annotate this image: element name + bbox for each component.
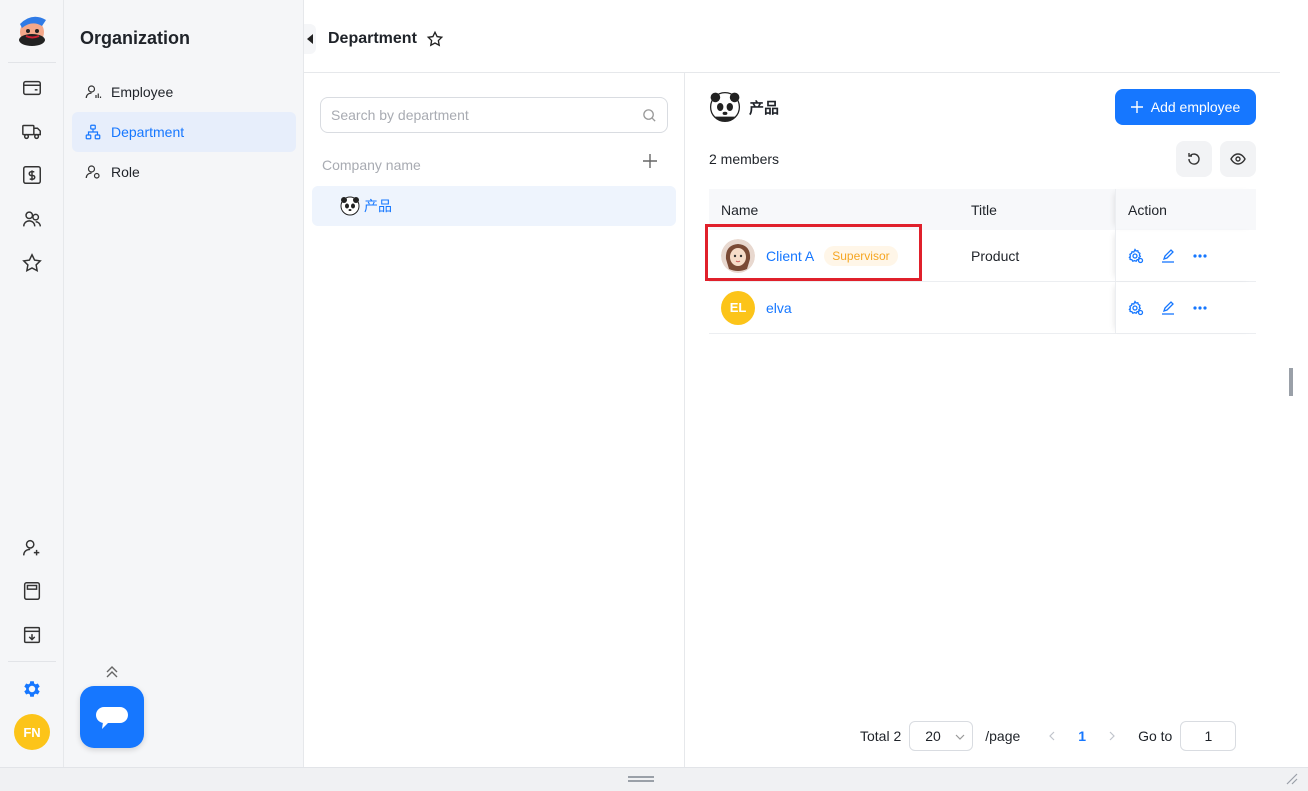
- panel-resize-handle[interactable]: [1289, 368, 1293, 396]
- more-icon[interactable]: [1192, 300, 1208, 316]
- chevron-down-icon: [955, 734, 965, 740]
- page-title: Department: [328, 30, 417, 47]
- column-header-name: Name: [721, 201, 759, 218]
- row-actions: [1115, 282, 1256, 333]
- members-panel: 产品 Add employee 2 members Name Title Act…: [685, 73, 1280, 767]
- page-number-current[interactable]: 1: [1078, 728, 1086, 744]
- import-icon[interactable]: [20, 623, 44, 647]
- company-name-label: Company name: [322, 157, 421, 173]
- caret-left-icon: [307, 34, 313, 44]
- member-name-link[interactable]: elva: [766, 300, 792, 316]
- truck-icon[interactable]: [20, 119, 44, 143]
- goto-label: Go to: [1138, 728, 1173, 744]
- refresh-icon: [1188, 153, 1200, 165]
- rail-divider: [8, 62, 56, 63]
- app-logo[interactable]: [12, 10, 52, 50]
- page-size-value: 20: [925, 728, 941, 744]
- wallet-icon[interactable]: [20, 76, 44, 100]
- column-header-action: Action: [1115, 189, 1256, 230]
- department-title: 产品: [749, 99, 780, 117]
- visibility-button[interactable]: [1220, 141, 1256, 177]
- sidebar-title: Organization: [80, 28, 191, 48]
- sidebar-item-employee[interactable]: Employee: [72, 72, 296, 112]
- rail-divider: [8, 661, 56, 662]
- table-row[interactable]: EL elva: [709, 282, 1256, 334]
- refresh-button[interactable]: [1176, 141, 1212, 177]
- search-icon: [643, 109, 656, 122]
- more-icon[interactable]: [1192, 248, 1208, 264]
- plus-icon: [1130, 101, 1143, 113]
- chat-icon: [96, 707, 128, 729]
- per-page-label: /page: [985, 728, 1021, 744]
- bottom-resize-bar: [0, 767, 1308, 791]
- edit-icon[interactable]: [1160, 300, 1176, 316]
- collapse-sidebar-button[interactable]: [304, 24, 316, 54]
- goto-page-input[interactable]: 1: [1180, 721, 1237, 751]
- role-icon: [85, 165, 100, 179]
- permission-settings-icon[interactable]: [1128, 247, 1144, 264]
- resize-corner-icon[interactable]: [1284, 771, 1298, 785]
- calculator-icon[interactable]: [20, 579, 44, 603]
- sidebar-item-label: Employee: [111, 84, 174, 100]
- main-content: Department Company name 产品 产品 Add employ…: [304, 0, 1280, 767]
- employee-icon: [85, 85, 102, 99]
- department-name: 产品: [364, 198, 392, 214]
- row-actions: [1115, 230, 1256, 281]
- sidebar-item-label: Role: [111, 164, 140, 180]
- member-cell: EL elva: [721, 290, 792, 325]
- panda-icon: [340, 196, 360, 216]
- member-count: 2 members: [709, 151, 780, 167]
- app-rail: FN: [0, 0, 64, 767]
- column-header-title: Title: [971, 201, 997, 218]
- sidebar-item-label: Department: [111, 124, 185, 140]
- settings-icon[interactable]: [20, 677, 44, 701]
- department-tree-panel: Company name 产品: [304, 73, 685, 767]
- pagination: Total 2 20 /page 1 Go to 1: [860, 721, 1237, 751]
- add-employee-button[interactable]: Add employee: [1115, 89, 1256, 125]
- search-field[interactable]: [320, 97, 668, 133]
- avatar: EL: [721, 290, 755, 325]
- dollar-icon[interactable]: [20, 163, 44, 187]
- eye-icon: [1230, 153, 1246, 165]
- page-size-select[interactable]: 20: [909, 721, 974, 751]
- add-department-icon[interactable]: [642, 153, 658, 169]
- highlight-box: [705, 224, 922, 281]
- page-header: Department: [304, 0, 1280, 73]
- favorite-star-icon[interactable]: [426, 30, 444, 48]
- contacts-icon[interactable]: [20, 207, 44, 231]
- star-icon[interactable]: [20, 251, 44, 275]
- member-title: Product: [971, 247, 1020, 264]
- chevron-left-icon[interactable]: [1046, 730, 1058, 742]
- search-input[interactable]: [321, 98, 621, 132]
- permission-settings-icon[interactable]: [1128, 299, 1144, 316]
- right-gutter: [1280, 0, 1308, 767]
- edit-icon[interactable]: [1160, 248, 1176, 264]
- add-employee-label: Add employee: [1150, 99, 1241, 115]
- department-heading: 产品: [709, 91, 779, 123]
- sidebar-item-role[interactable]: Role: [72, 152, 296, 192]
- tree-item-department[interactable]: 产品: [312, 186, 676, 226]
- chat-button[interactable]: [80, 686, 144, 748]
- org-chart-icon: [85, 124, 101, 140]
- sidebar-item-department[interactable]: Department: [72, 112, 296, 152]
- bottom-resize-handle[interactable]: [628, 776, 654, 782]
- double-chevron-up-icon[interactable]: [104, 664, 120, 680]
- panda-icon: [709, 91, 741, 123]
- user-avatar[interactable]: FN: [14, 714, 50, 750]
- pagination-total: Total 2: [860, 728, 902, 744]
- org-sidebar: Organization Employee Department Role: [64, 0, 304, 767]
- chevron-right-icon[interactable]: [1106, 730, 1118, 742]
- add-user-icon[interactable]: [20, 536, 44, 560]
